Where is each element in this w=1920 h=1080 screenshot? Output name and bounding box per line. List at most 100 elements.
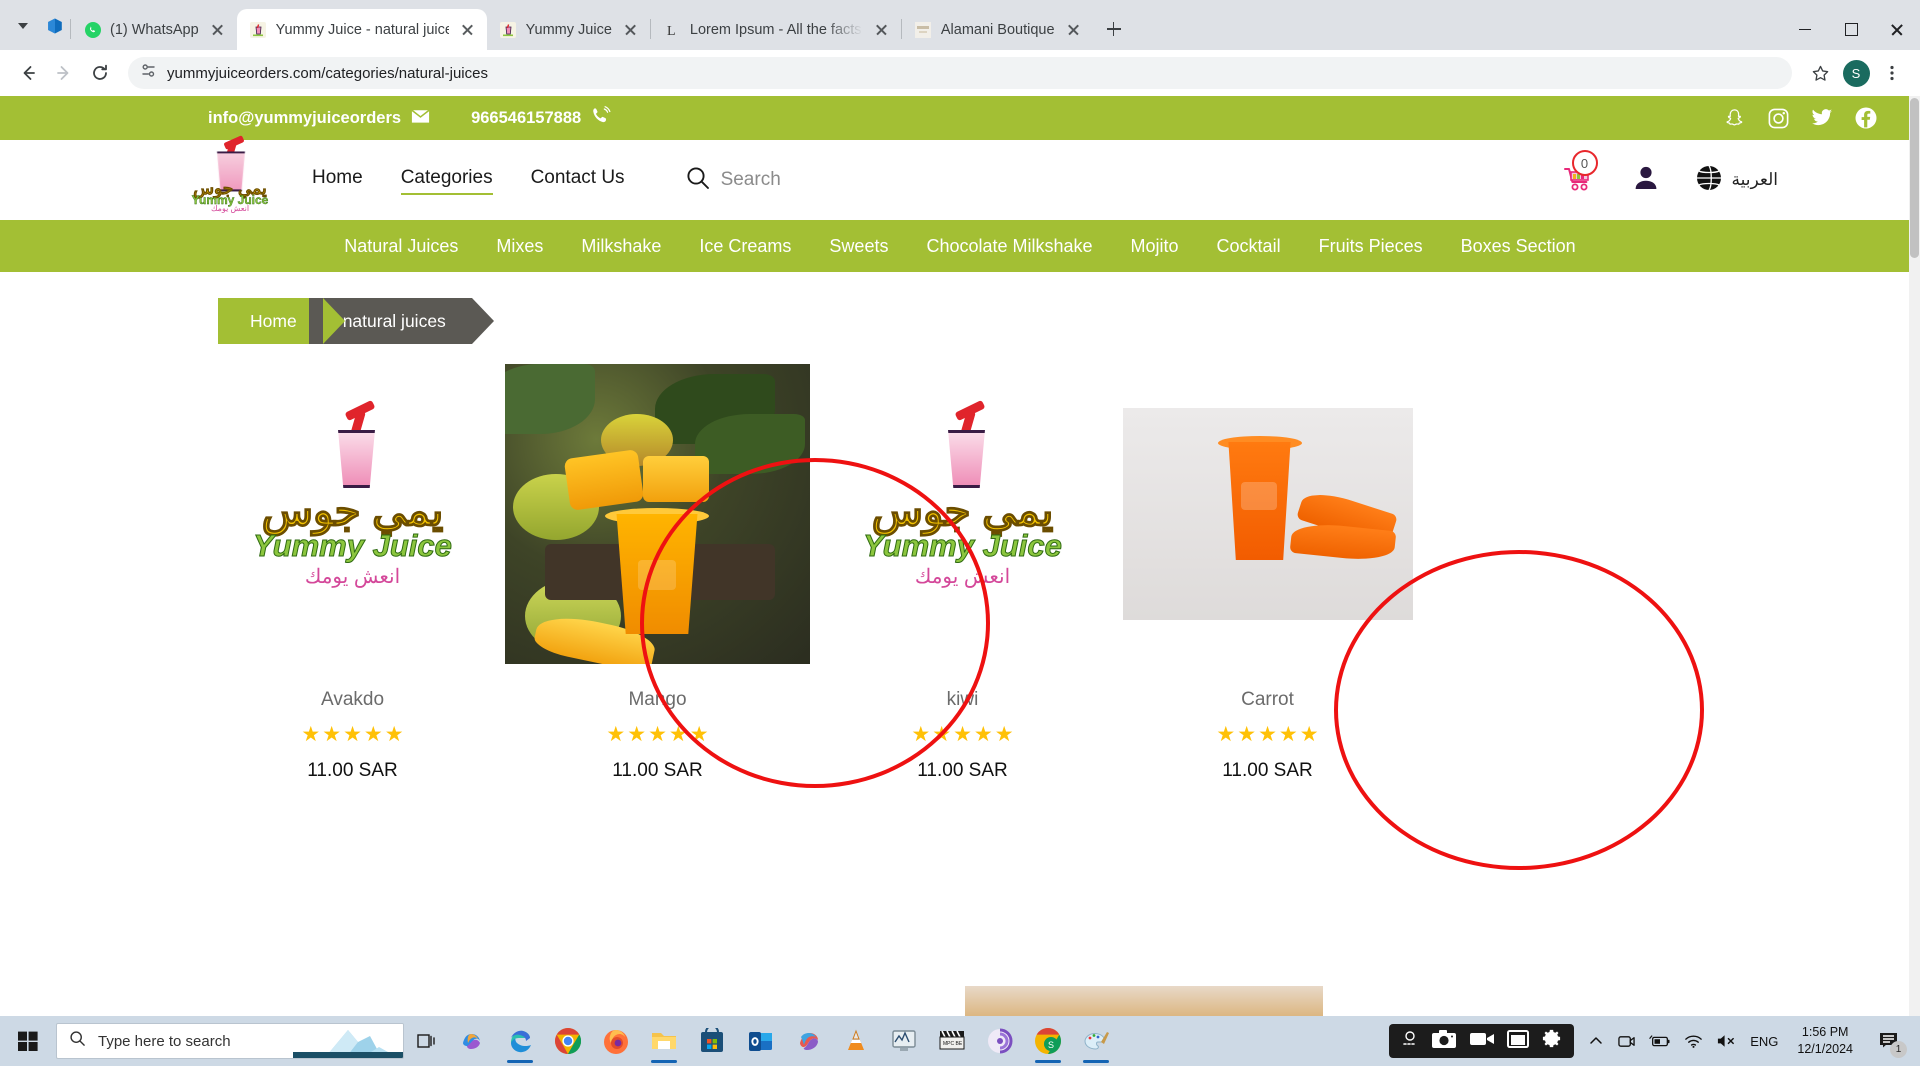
close-icon[interactable] [458,20,477,39]
outlook-icon[interactable] [736,1017,784,1065]
minimize-button[interactable] [1782,9,1828,50]
user-account-icon[interactable] [1631,163,1661,198]
twitter-icon[interactable] [1810,106,1834,130]
firefox-icon[interactable] [592,1017,640,1065]
carrot-juice-photo [1122,408,1413,620]
product-image[interactable]: يمي جوس Yummy Juice انعش يومك [810,364,1115,664]
new-tab-button[interactable] [1099,14,1129,44]
notification-center-button[interactable]: 1 [1872,1024,1907,1058]
language-switcher[interactable]: العربية [1695,164,1778,197]
close-window-button[interactable] [1874,9,1920,50]
maximize-button[interactable] [1828,9,1874,50]
window-icon[interactable] [1507,1029,1530,1053]
browser-tab[interactable]: (1) WhatsApp [71,9,237,50]
category-ice-creams[interactable]: Ice Creams [699,236,791,257]
facebook-icon[interactable] [1854,106,1878,130]
performance-monitor-icon[interactable] [880,1017,928,1065]
language-indicator[interactable]: ENG [1750,1034,1778,1049]
close-icon[interactable] [208,20,227,39]
taskbar-clock[interactable]: 1:56 PM 12/1/2024 [1791,1024,1859,1058]
close-icon[interactable] [872,20,891,39]
breadcrumb-item-home[interactable]: Home [218,298,345,344]
category-milkshake[interactable]: Milkshake [581,236,661,257]
snapchat-icon[interactable] [1722,106,1746,130]
star-icon: ★ [994,723,1014,746]
site-logo[interactable]: يمي جوس Yummy Juice انعش يومك [180,135,280,213]
email-contact[interactable]: info@yummyjuiceorders [208,107,431,130]
tab-search-dropdown-button[interactable] [6,9,40,43]
show-hidden-icons-icon[interactable] [1588,1033,1604,1049]
close-icon[interactable] [621,20,640,39]
category-mojito[interactable]: Mojito [1131,236,1179,257]
search-box[interactable]: Search [685,165,781,196]
category-sweets[interactable]: Sweets [829,236,888,257]
chrome-secondary-icon[interactable]: S [1024,1017,1072,1065]
camera-icon[interactable] [1431,1029,1457,1054]
copilot-icon[interactable] [448,1017,496,1065]
window-controls [1782,9,1920,50]
nav-item-categories[interactable]: Categories [400,167,493,195]
product-card[interactable]: Mango ★ ★ ★ ★ ★ 11.00 SAR [505,364,810,782]
browser-tab[interactable]: Yummy Juice [487,9,650,50]
product-card[interactable]: يمي جوس Yummy Juice انعش يومك kiwi ★ ★ ★ ★ ★… [810,364,1115,782]
bittorrent-icon[interactable] [976,1017,1024,1065]
site-settings-icon[interactable] [140,62,157,84]
search-icon [685,165,711,196]
category-cocktail[interactable]: Cocktail [1217,236,1281,257]
instagram-icon[interactable] [1766,106,1790,130]
product-card[interactable]: يمي جوس Yummy Juice انعش يومك Avakdo ★ ★ ★… [200,364,505,782]
product-image[interactable] [1115,364,1420,664]
close-icon[interactable] [1064,20,1083,39]
next-row-product-image[interactable] [965,986,1323,1016]
edge-split-screen-icon[interactable] [40,9,70,43]
camera-tray-icon[interactable] [1617,1033,1636,1050]
chrome-menu-icon[interactable] [1876,57,1908,89]
browser-tab[interactable]: L Lorem Ipsum - All the facts - Lip [651,9,901,50]
forward-icon[interactable] [48,57,80,89]
browser-tab-active[interactable]: Yummy Juice - natural juices [236,9,487,50]
wifi-icon[interactable] [1684,1033,1703,1049]
scrollbar-thumb[interactable] [1910,98,1919,258]
reload-icon[interactable] [84,57,116,89]
product-image[interactable]: يمي جوس Yummy Juice انعش يومك [200,364,505,664]
taskbar-search-input[interactable]: Type here to search [56,1023,404,1059]
task-view-icon[interactable] [404,1019,448,1063]
product-image[interactable] [505,364,810,664]
phone-contact[interactable]: 966546157888 [471,105,611,131]
star-icon: ★ [627,723,647,746]
address-bar[interactable]: yummyjuiceorders.com/categories/natural-… [128,57,1792,89]
vlc-icon[interactable] [832,1017,880,1065]
category-mixes[interactable]: Mixes [496,236,543,257]
office-icon[interactable] [784,1017,832,1065]
settings-gear-icon[interactable] [1541,1028,1562,1054]
paint-icon[interactable] [1072,1017,1120,1065]
mpc-be-icon[interactable]: MPC BE [928,1017,976,1065]
browser-tab[interactable]: Alamani Boutique [902,9,1093,50]
yummyjuice-icon [250,21,267,38]
edge-icon[interactable] [496,1017,544,1065]
cart-button[interactable]: 0 [1563,150,1598,197]
chrome-icon[interactable] [544,1017,592,1065]
bookmark-star-icon[interactable] [1804,57,1836,89]
nav-item-home[interactable]: Home [312,167,363,193]
back-icon[interactable] [12,57,44,89]
screenrec-more-icon[interactable] [1401,1030,1419,1053]
volume-muted-icon[interactable] [1716,1033,1737,1049]
product-card[interactable]: Carrot ★ ★ ★ ★ ★ 11.00 SAR [1115,364,1420,782]
microsoft-store-icon[interactable] [688,1017,736,1065]
file-explorer-icon[interactable] [640,1017,688,1065]
url-text: yummyjuiceorders.com/categories/natural-… [167,64,488,82]
category-natural-juices[interactable]: Natural Juices [344,236,458,257]
email-text: info@yummyjuiceorders [208,108,402,127]
category-boxes-section[interactable]: Boxes Section [1461,236,1576,257]
tab-title: Yummy Juice - natural juices [275,21,449,38]
profile-avatar[interactable]: S [1840,57,1872,89]
category-chocolate-milkshake[interactable]: Chocolate Milkshake [926,236,1092,257]
battery-icon[interactable] [1649,1034,1671,1049]
category-fruits-pieces[interactable]: Fruits Pieces [1319,236,1423,257]
page-scrollbar[interactable] [1909,96,1920,1016]
nav-item-contact-us[interactable]: Contact Us [531,167,625,193]
start-button[interactable] [4,1017,52,1065]
search-input[interactable]: Search [721,169,781,191]
video-icon[interactable] [1469,1030,1495,1053]
